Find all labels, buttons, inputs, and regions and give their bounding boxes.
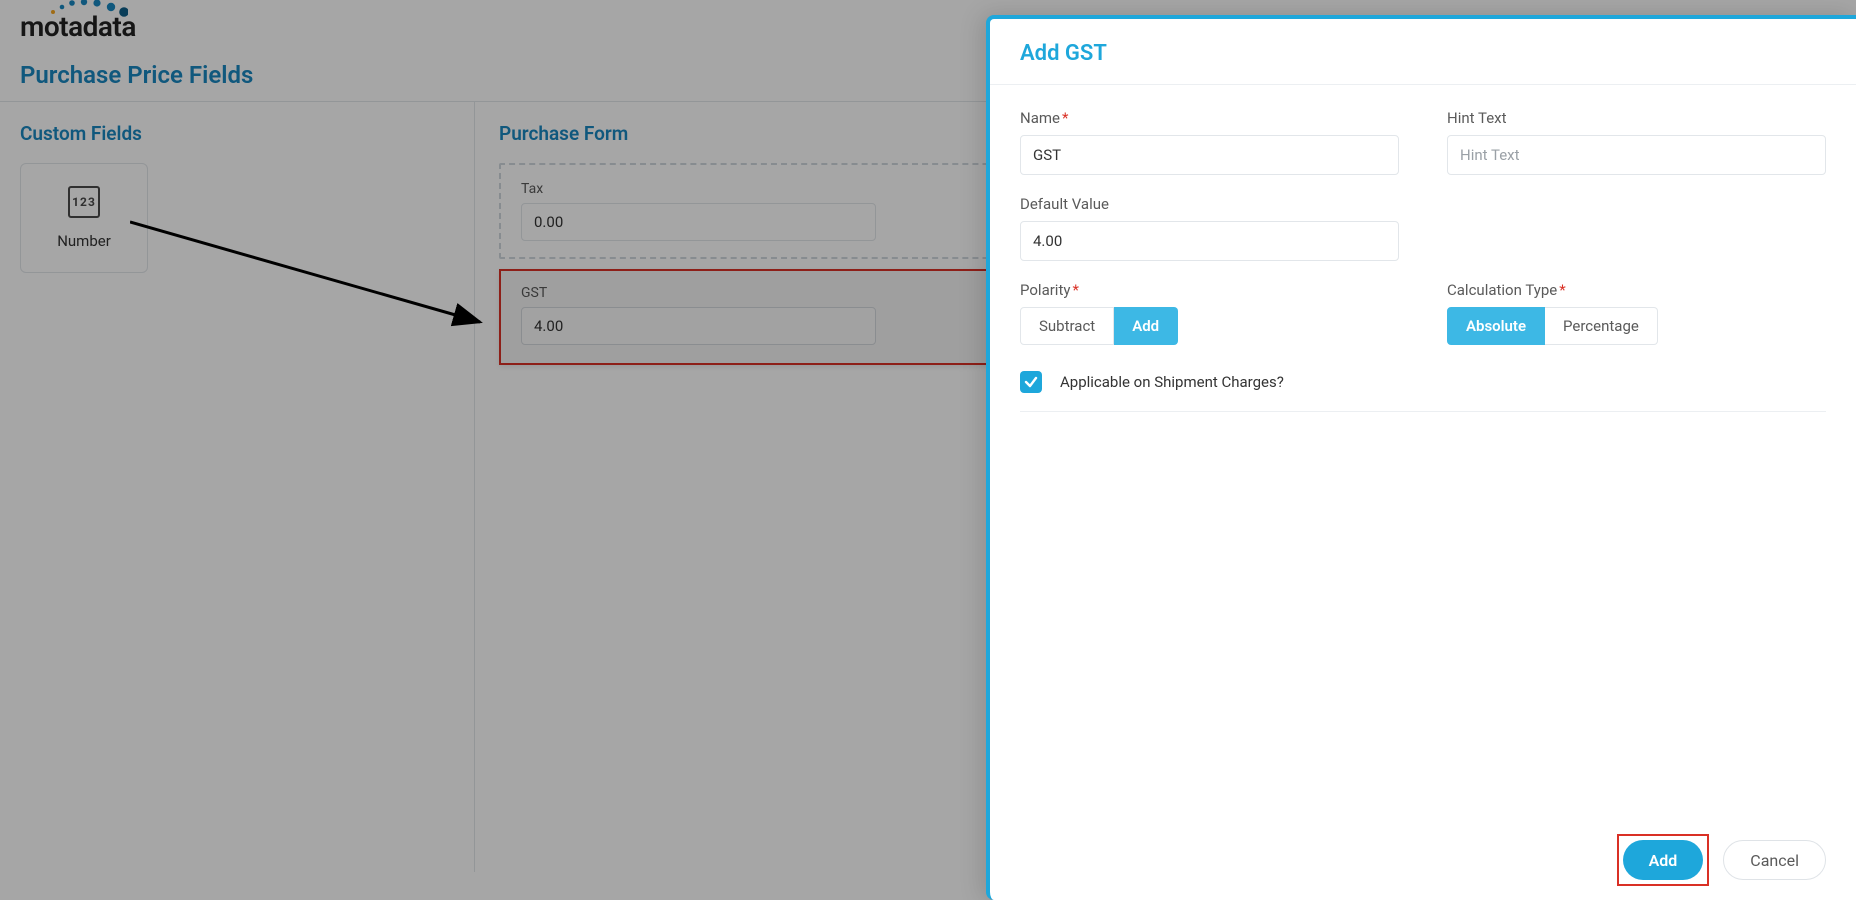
add-button-highlight: Add bbox=[1617, 834, 1710, 886]
required-star: * bbox=[1559, 281, 1565, 299]
calc-type-toggle: Absolute Percentage bbox=[1447, 307, 1826, 345]
check-icon bbox=[1024, 375, 1038, 389]
name-input[interactable] bbox=[1020, 135, 1399, 175]
cancel-button[interactable]: Cancel bbox=[1723, 840, 1826, 880]
polarity-label: Polarity* bbox=[1020, 281, 1399, 299]
panel-title: Add GST bbox=[1020, 41, 1826, 66]
field-applicable-shipment: Applicable on Shipment Charges? bbox=[1020, 365, 1826, 412]
field-name: Name* bbox=[1020, 109, 1399, 175]
field-calculation-type: Calculation Type* Absolute Percentage bbox=[1447, 281, 1826, 345]
panel-footer: Add Cancel bbox=[990, 820, 1856, 900]
panel-body: Name* Hint Text Default Value Polarity* bbox=[990, 85, 1856, 820]
polarity-add-button[interactable]: Add bbox=[1114, 307, 1178, 345]
field-default-value: Default Value bbox=[1020, 195, 1399, 261]
calc-type-percentage-button[interactable]: Percentage bbox=[1545, 307, 1658, 345]
add-gst-panel: Add GST Name* Hint Text Default Value bbox=[986, 15, 1856, 900]
applicable-shipment-label: Applicable on Shipment Charges? bbox=[1060, 373, 1284, 391]
hint-label: Hint Text bbox=[1447, 109, 1826, 127]
polarity-toggle: Subtract Add bbox=[1020, 307, 1399, 345]
add-button[interactable]: Add bbox=[1623, 840, 1704, 880]
polarity-subtract-button[interactable]: Subtract bbox=[1020, 307, 1114, 345]
calc-type-absolute-button[interactable]: Absolute bbox=[1447, 307, 1545, 345]
calc-type-label: Calculation Type* bbox=[1447, 281, 1826, 299]
hint-input[interactable] bbox=[1447, 135, 1826, 175]
field-hint-text: Hint Text bbox=[1447, 109, 1826, 175]
required-star: * bbox=[1062, 109, 1068, 127]
applicable-shipment-checkbox[interactable] bbox=[1020, 371, 1042, 393]
panel-header: Add GST bbox=[990, 19, 1856, 85]
field-polarity: Polarity* Subtract Add bbox=[1020, 281, 1399, 345]
required-star: * bbox=[1072, 281, 1078, 299]
default-value-label: Default Value bbox=[1020, 195, 1399, 213]
default-value-input[interactable] bbox=[1020, 221, 1399, 261]
name-label: Name* bbox=[1020, 109, 1399, 127]
